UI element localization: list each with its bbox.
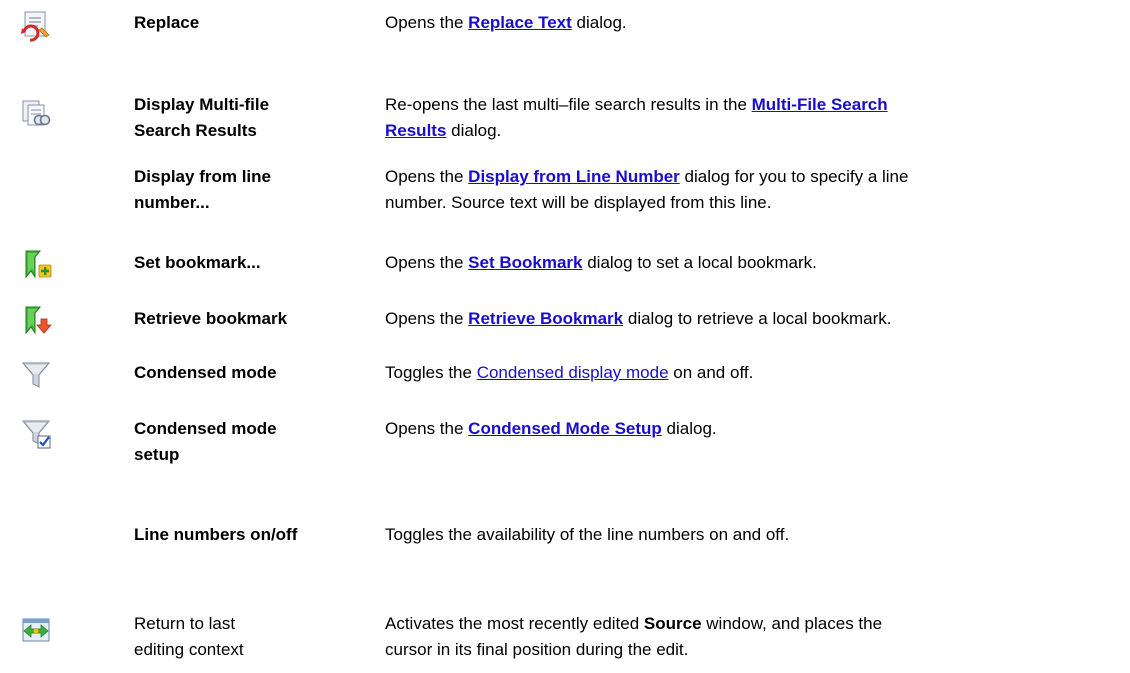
retrieve-bookmark-link[interactable]: Retrieve Bookmark	[468, 309, 623, 328]
command-label: Line numbers on/off	[134, 525, 298, 544]
command-label: Retrieve bookmark	[134, 309, 288, 328]
command-description: Toggles the Condensed display mode on an…	[385, 363, 754, 382]
command-description: Opens the Condensed Mode Setup dialog.	[385, 419, 717, 438]
command-label: Condensed mode setup	[134, 419, 277, 464]
replace-icon[interactable]	[20, 10, 52, 42]
set-bookmark-icon[interactable]	[20, 247, 52, 279]
return-to-editing-context-icon[interactable]	[20, 615, 52, 647]
multi-file-search-results-link-continued[interactable]: Results	[385, 121, 446, 140]
retrieve-bookmark-icon[interactable]	[20, 303, 52, 335]
command-description: Toggles the availability of the line num…	[385, 525, 790, 544]
command-description: Opens the Set Bookmark dialog to set a l…	[385, 253, 817, 272]
command-description: Opens the Retrieve Bookmark dialog to re…	[385, 309, 892, 328]
command-description: Opens the Replace Text dialog.	[385, 13, 627, 32]
command-description: Activates the most recently edited Sourc…	[385, 614, 883, 659]
command-label: Set bookmark...	[134, 253, 261, 272]
funnel-icon[interactable]	[20, 359, 52, 391]
condensed-display-mode-link[interactable]: Condensed display mode	[477, 363, 669, 382]
command-description: Opens the Display from Line Number dialo…	[385, 167, 909, 212]
set-bookmark-link[interactable]: Set Bookmark	[468, 253, 582, 272]
multi-file-search-results-icon[interactable]	[20, 98, 52, 130]
command-label: Condensed mode	[134, 363, 277, 382]
command-label: Replace	[134, 13, 200, 32]
command-description: Re-opens the last multi–file search resu…	[385, 95, 888, 140]
funnel-check-icon[interactable]	[20, 418, 52, 450]
command-label: Display Multi-file Search Results	[134, 95, 270, 140]
multi-file-search-results-link[interactable]: Multi-File Search	[752, 95, 888, 114]
command-label: Display from line number...	[134, 167, 271, 212]
condensed-mode-setup-link[interactable]: Condensed Mode Setup	[468, 419, 662, 438]
display-from-line-number-link[interactable]: Display from Line Number	[468, 167, 680, 186]
command-label: Return to last editing context	[134, 614, 244, 659]
replace-text-link[interactable]: Replace Text	[468, 13, 572, 32]
